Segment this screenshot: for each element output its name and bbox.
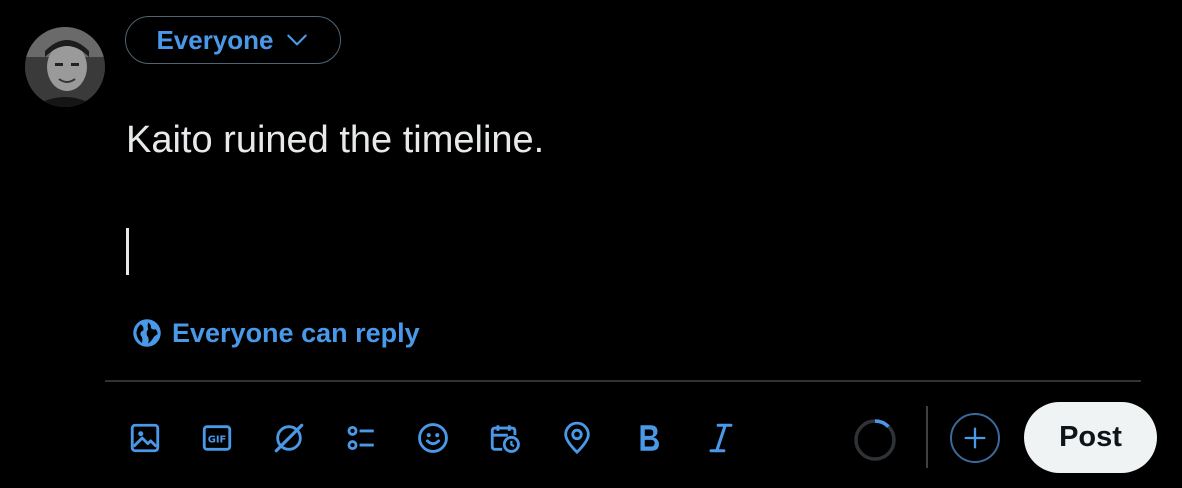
italic-icon [709,423,733,453]
grok-icon [274,423,304,453]
poll-button[interactable] [341,415,381,461]
add-post-button[interactable] [950,413,1000,463]
schedule-icon [490,425,520,453]
avatar[interactable] [25,27,105,107]
text-caret [126,228,129,275]
plus-icon [964,427,986,449]
audience-label: Everyone [156,24,274,55]
poll-icon [347,425,374,451]
compose-text[interactable]: Kaito ruined the timeline. [126,116,1142,164]
chevron-down-icon [286,34,307,46]
italic-button[interactable] [701,415,741,461]
composer-toolbar: GIF [125,415,773,461]
toolbar-separator [926,406,928,468]
emoji-icon [418,423,448,453]
reply-setting-button[interactable]: Everyone can reply [132,313,420,353]
emoji-button[interactable] [413,415,453,461]
divider [105,380,1141,382]
grok-button[interactable] [269,415,309,461]
location-button[interactable] [557,415,597,461]
audience-selector-button[interactable]: Everyone [125,16,341,64]
post-button[interactable]: Post [1024,402,1157,473]
avatar-image [25,27,105,107]
gif-icon: GIF [202,425,232,451]
svg-text:GIF: GIF [208,434,227,445]
gif-button[interactable]: GIF [197,415,237,461]
reply-setting-label: Everyone can reply [172,317,420,348]
globe-icon [133,319,161,347]
media-button[interactable] [125,415,165,461]
bold-button[interactable] [629,415,669,461]
schedule-button[interactable] [485,415,525,461]
character-count-progress [854,419,896,461]
image-icon [130,423,160,453]
bold-icon [640,425,659,451]
location-icon [564,421,590,455]
